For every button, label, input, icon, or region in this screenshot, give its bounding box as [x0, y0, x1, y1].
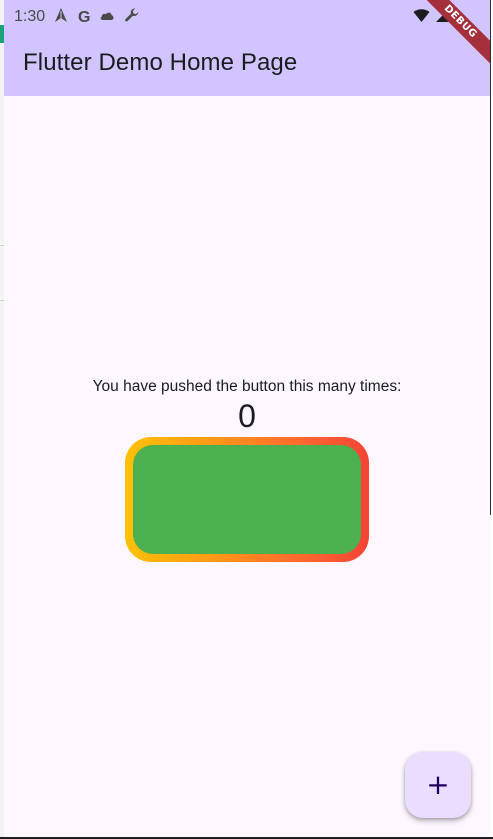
increment-fab[interactable]: + — [405, 752, 471, 818]
counter-value: 0 — [238, 398, 256, 434]
status-icons-left: G — [53, 7, 140, 28]
green-box — [133, 445, 361, 554]
gradient-border-box — [125, 437, 369, 562]
navigation-icon — [53, 7, 69, 28]
phone-screen: 1:30 G Flutter Demo Home Page DEBUG You … — [4, 0, 490, 837]
main-content: You have pushed the button this many tim… — [4, 96, 490, 837]
window-edge-line — [490, 0, 491, 515]
wrench-icon — [124, 7, 140, 28]
status-time: 1:30 — [14, 8, 46, 25]
wifi-icon — [413, 8, 430, 28]
app-bar: Flutter Demo Home Page — [4, 32, 490, 96]
status-bar: 1:30 G — [4, 0, 490, 32]
cloud-icon — [99, 7, 115, 28]
counter-prompt: You have pushed the button this many tim… — [92, 378, 402, 395]
add-icon: + — [426, 768, 450, 801]
page-title: Flutter Demo Home Page — [23, 49, 298, 76]
google-icon: G — [78, 8, 91, 26]
